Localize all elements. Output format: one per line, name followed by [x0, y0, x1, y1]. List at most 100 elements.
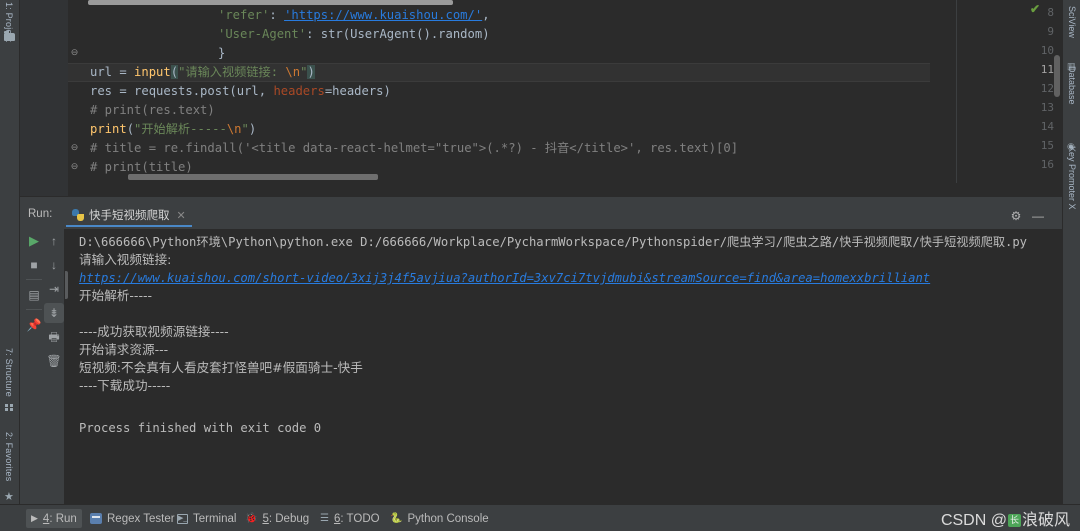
- python-console-icon: 🐍: [390, 512, 403, 524]
- run-icon: ▶: [31, 513, 38, 523]
- code-token: # print(title): [90, 160, 193, 174]
- code-token: :: [306, 27, 321, 41]
- sidebar-tab-database[interactable]: Database: [1067, 66, 1077, 105]
- console-line-command: D:\666666\Python环境\Python\python.exe D:/…: [79, 235, 1028, 249]
- code-token: ": [241, 122, 249, 136]
- statusbar-item-regex-tester[interactable]: Regex Tester: [85, 509, 180, 528]
- code-line[interactable]: 'User-Agent': str(UserAgent().random): [218, 25, 490, 44]
- python-file-icon: [72, 209, 84, 221]
- line-number: 8: [1047, 6, 1054, 19]
- code-line[interactable]: res = requests.post(url, headers=headers…: [90, 82, 391, 101]
- code-token: # print(res.text): [90, 103, 215, 117]
- console-line-prompt: 请输入视频链接:: [79, 252, 172, 267]
- line-number: 15: [1040, 139, 1054, 152]
- gear-icon[interactable]: ⚙: [1008, 208, 1024, 224]
- code-editor[interactable]: ✔ 'refer': 'https://www.kuaishou.com/', '…: [20, 0, 1062, 196]
- run-tab[interactable]: 快手短视频爬取 ✕: [66, 205, 192, 227]
- statusbar-item-run[interactable]: ▶ 4: Run: [26, 509, 82, 528]
- code-token: input: [134, 65, 171, 79]
- console-scrollbar[interactable]: [65, 271, 68, 299]
- statusbar-item-terminal[interactable]: ▶_ Terminal: [172, 509, 241, 528]
- statusbar-item-shortcut: 4: [42, 512, 50, 525]
- code-line[interactable]: print("开始解析-----\n"): [90, 120, 256, 139]
- statusbar-item-label: 6: TODO: [333, 512, 380, 525]
- todo-icon: ☰: [320, 512, 329, 524]
- stop-button[interactable]: ■: [24, 255, 44, 275]
- line-number: 11: [1040, 63, 1054, 76]
- code-token: (: [342, 27, 351, 41]
- editor-horizontal-scrollbar[interactable]: [128, 174, 378, 180]
- sidebar-tab-sciview[interactable]: SciView: [1067, 6, 1077, 38]
- statusbar-item-label: Python Console: [407, 512, 489, 525]
- line-number: 14: [1040, 120, 1054, 133]
- console-line-source: ----成功获取视频源链接----: [79, 324, 229, 339]
- line-number: 12: [1040, 82, 1054, 95]
- code-lines[interactable]: 'refer': 'https://www.kuaishou.com/', 'Us…: [68, 0, 1062, 196]
- status-bar: ▶ 4: Run Regex Tester ▶_ Terminal 🐞 5: Debug ☰ 6…: [0, 504, 1080, 531]
- line-number: 13: [1040, 101, 1054, 114]
- run-label: Run:: [28, 208, 53, 220]
- pin-button[interactable]: 📌: [24, 315, 44, 335]
- regex-tester-icon: [90, 513, 102, 524]
- code-token: :: [269, 8, 285, 22]
- statusbar-item-debug[interactable]: 🐞 5: Debug: [240, 509, 314, 528]
- statusbar-item-label: 5: Debug: [262, 512, 310, 525]
- code-token: res = requests.post(url,: [90, 84, 274, 98]
- print-layout-button[interactable]: ▤: [24, 285, 44, 305]
- code-token: ): [307, 65, 315, 79]
- rerun-button[interactable]: ▶: [24, 231, 44, 251]
- console-output[interactable]: D:\666666\Python环境\Python\python.exe D:/…: [64, 229, 1062, 505]
- console-line-parse: 开始解析-----: [79, 288, 153, 303]
- code-fold-icon[interactable]: ⊖: [70, 143, 79, 152]
- code-line[interactable]: }: [218, 44, 225, 63]
- statusbar-item-label: 4: Run: [42, 512, 77, 525]
- right-tool-strip: SciView ▥ Database ◉ Key Promoter X: [1062, 0, 1080, 504]
- code-token: 'User-Agent': [218, 27, 307, 41]
- editor-gutter[interactable]: [20, 0, 68, 196]
- statusbar-item-python-console[interactable]: 🐍 Python Console: [385, 509, 494, 528]
- scroll-up-button[interactable]: ↑: [44, 231, 64, 251]
- code-line[interactable]: # print(res.text): [90, 101, 215, 120]
- code-fold-icon[interactable]: ⊖: [70, 48, 79, 57]
- console-line-title: 短视频:不会真有人看皮套打怪兽吧#假面骑士-快手: [79, 360, 363, 375]
- close-icon[interactable]: ✕: [177, 209, 186, 222]
- print-button[interactable]: 🖶: [44, 327, 64, 347]
- soft-wrap-button[interactable]: ⇥: [44, 279, 64, 299]
- sidebar-tab-favorites[interactable]: 2: Favorites: [4, 432, 14, 481]
- code-line[interactable]: # title = re.findall('<title data-react-…: [90, 139, 738, 158]
- line-number: 9: [1047, 25, 1054, 38]
- code-line[interactable]: 'refer': 'https://www.kuaishou.com/',: [218, 6, 490, 25]
- code-fold-icon[interactable]: ⊖: [70, 162, 79, 171]
- statusbar-item-label: Regex Tester: [107, 512, 175, 525]
- code-token: 'refer': [218, 8, 270, 22]
- structure-icon[interactable]: [5, 404, 14, 411]
- code-line[interactable]: url = input("请输入视频链接: \n"): [90, 63, 315, 82]
- scroll-down-button[interactable]: ↓: [44, 255, 64, 275]
- code-token: UserAgent: [350, 27, 417, 41]
- folder-icon[interactable]: [4, 31, 15, 41]
- console-line-url[interactable]: https://www.kuaishou.com/short-video/3xi…: [79, 269, 930, 287]
- code-token: =headers): [324, 84, 391, 98]
- code-token: "请输入视频链接:: [178, 65, 286, 79]
- code-token: url: [90, 65, 120, 79]
- star-icon[interactable]: ★: [4, 492, 14, 503]
- minimize-icon[interactable]: —: [1030, 208, 1046, 224]
- code-token: print: [90, 122, 127, 136]
- code-token: ().random): [416, 27, 490, 41]
- statusbar-item-label: Terminal: [193, 512, 237, 525]
- watermark: CSDN @ 长浪破风: [941, 506, 1070, 530]
- toolbar-divider-2: [26, 309, 42, 310]
- debug-icon: 🐞: [245, 512, 258, 524]
- scroll-to-end-button[interactable]: ⇟: [44, 303, 64, 323]
- sidebar-tab-structure[interactable]: 7: Structure: [4, 348, 14, 397]
- clear-all-button[interactable]: 🗑: [44, 351, 64, 371]
- run-tool-header: Run: 快手短视频爬取 ✕ ⚙ —: [20, 205, 1062, 227]
- code-token: (: [170, 65, 179, 79]
- left-tool-strip: 1: Project 7: Structure 2: Favorites ★: [0, 0, 20, 504]
- run-tab-label: 快手短视频爬取: [89, 210, 170, 222]
- sidebar-tab-key-promoter[interactable]: Key Promoter X: [1067, 146, 1077, 210]
- terminal-icon: ▶_: [177, 513, 188, 524]
- line-number: 16: [1040, 158, 1054, 171]
- console-line-request: 开始请求资源---: [79, 342, 169, 357]
- statusbar-item-todo[interactable]: ☰ 6: TODO: [315, 509, 385, 528]
